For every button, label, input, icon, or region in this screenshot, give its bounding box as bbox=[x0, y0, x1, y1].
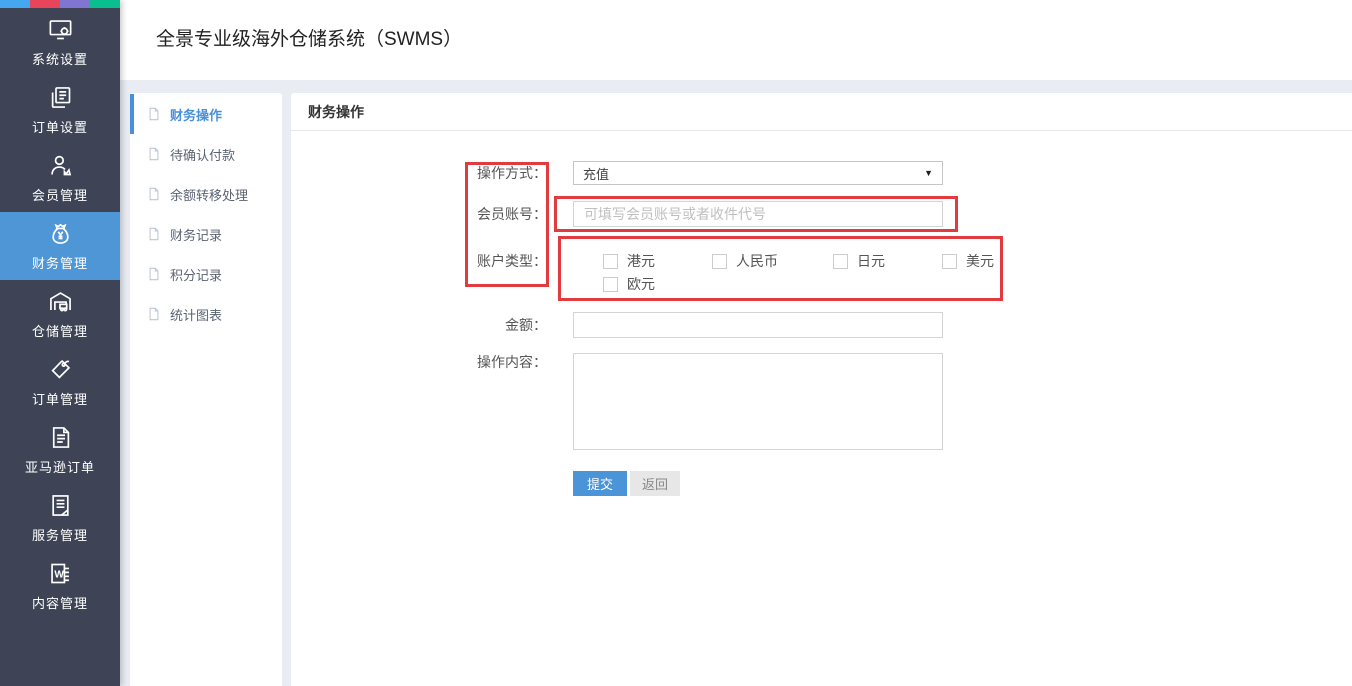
svg-text:W: W bbox=[54, 569, 64, 580]
page-icon bbox=[147, 227, 161, 241]
currency-label: 港元 bbox=[627, 251, 655, 271]
submenu-item-pending-payment[interactable]: 待确认付款 bbox=[130, 134, 282, 174]
operation-type-selected-value: 充值 bbox=[583, 164, 609, 183]
finance-management-icon bbox=[47, 220, 74, 247]
sidebar-item-member-management[interactable]: 会员管理 bbox=[0, 144, 120, 212]
currency-label: 人民币 bbox=[736, 251, 778, 271]
currency-label: 日元 bbox=[857, 251, 885, 271]
currency-option-hkd[interactable]: 港元 bbox=[603, 253, 655, 269]
finance-submenu: 财务操作 待确认付款 余额转移处理 财务记录 积分记录 统计图表 bbox=[130, 93, 282, 686]
sidebar-item-finance-management[interactable]: 财务管理 bbox=[0, 212, 120, 280]
submenu-item-label: 财务操作 bbox=[170, 105, 222, 124]
submenu-item-label: 待确认付款 bbox=[170, 145, 235, 164]
operation-content-textarea[interactable] bbox=[573, 353, 943, 450]
app-title: 全景专业级海外仓储系统（SWMS） bbox=[156, 0, 1352, 80]
member-account-input[interactable] bbox=[573, 201, 943, 227]
sidebar-item-order-settings[interactable]: 订单设置 bbox=[0, 76, 120, 144]
currency-option-cny[interactable]: 人民币 bbox=[712, 253, 778, 269]
currency-checkbox[interactable] bbox=[712, 254, 727, 269]
main-panel: 财务操作 操作方式： 会员账号： 账户类型： 金额： 操作内容： 充值 ▼ 港元… bbox=[291, 93, 1352, 686]
currency-checkbox[interactable] bbox=[603, 277, 618, 292]
amazon-orders-icon bbox=[47, 424, 74, 451]
account-type-checkbox-group: 港元 人民币 日元 美元 欧元 bbox=[603, 253, 1303, 299]
system-settings-icon bbox=[47, 16, 74, 43]
submit-button[interactable]: 提交 bbox=[573, 471, 627, 496]
sidebar-item-amazon-orders[interactable]: 亚马逊订单 bbox=[0, 416, 120, 484]
sidebar-item-label: 服务管理 bbox=[32, 525, 88, 544]
top-header: 全景专业级海外仓储系统（SWMS） bbox=[120, 0, 1352, 80]
sidebar-item-label: 财务管理 bbox=[32, 253, 88, 272]
sidebar-item-warehouse-management[interactable]: 仓储管理 bbox=[0, 280, 120, 348]
account-type-label: 账户类型： bbox=[417, 251, 547, 271]
submenu-item-balance-transfer[interactable]: 余额转移处理 bbox=[130, 174, 282, 214]
operation-content-label: 操作内容： bbox=[417, 354, 547, 370]
sidebar-item-label: 亚马逊订单 bbox=[25, 457, 95, 476]
sidebar-item-order-management[interactable]: 订单管理 bbox=[0, 348, 120, 416]
page-icon bbox=[147, 147, 161, 161]
sidebar-item-system-settings[interactable]: 系统设置 bbox=[0, 8, 120, 76]
back-button[interactable]: 返回 bbox=[630, 471, 680, 496]
page-icon bbox=[147, 267, 161, 281]
service-management-icon bbox=[47, 492, 74, 519]
sidebar-item-label: 订单管理 bbox=[32, 389, 88, 408]
amount-input[interactable] bbox=[573, 312, 943, 338]
submenu-item-finance-operation[interactable]: 财务操作 bbox=[130, 94, 282, 134]
currency-option-usd[interactable]: 美元 bbox=[942, 253, 994, 269]
order-settings-icon bbox=[47, 84, 74, 111]
currency-option-eur[interactable]: 欧元 bbox=[603, 276, 655, 292]
operation-type-label: 操作方式： bbox=[417, 161, 547, 185]
sidebar-item-label: 会员管理 bbox=[32, 185, 88, 204]
currency-option-jpy[interactable]: 日元 bbox=[833, 253, 885, 269]
panel-title: 财务操作 bbox=[291, 93, 1352, 131]
submenu-item-label: 积分记录 bbox=[170, 265, 222, 284]
submenu-item-label: 统计图表 bbox=[170, 305, 222, 324]
submenu-item-statistics-charts[interactable]: 统计图表 bbox=[130, 294, 282, 334]
page-icon bbox=[147, 107, 161, 121]
order-management-icon bbox=[47, 356, 74, 383]
submenu-item-label: 财务记录 bbox=[170, 225, 222, 244]
content-management-icon: W bbox=[47, 560, 74, 587]
brand-color-strip bbox=[0, 0, 120, 8]
member-account-label: 会员账号： bbox=[417, 201, 547, 227]
page-icon bbox=[147, 307, 161, 321]
currency-checkbox[interactable] bbox=[603, 254, 618, 269]
currency-checkbox[interactable] bbox=[833, 254, 848, 269]
submenu-item-label: 余额转移处理 bbox=[170, 185, 248, 204]
submenu-item-points-records[interactable]: 积分记录 bbox=[130, 254, 282, 294]
sidebar-item-label: 订单设置 bbox=[32, 117, 88, 136]
sidebar-item-service-management[interactable]: 服务管理 bbox=[0, 484, 120, 552]
currency-label: 欧元 bbox=[627, 274, 655, 294]
currency-checkbox[interactable] bbox=[942, 254, 957, 269]
sidebar-item-content-management[interactable]: W 内容管理 bbox=[0, 552, 120, 620]
chevron-down-icon: ▼ bbox=[924, 168, 933, 178]
sidebar-item-label: 系统设置 bbox=[32, 49, 88, 68]
amount-label: 金额： bbox=[417, 312, 547, 338]
currency-label: 美元 bbox=[966, 251, 994, 271]
operation-type-select[interactable]: 充值 ▼ bbox=[573, 161, 943, 185]
primary-sidebar: 系统设置 订单设置 会员管理 bbox=[0, 0, 120, 686]
sidebar-item-label: 仓储管理 bbox=[32, 321, 88, 340]
sidebar-item-label: 内容管理 bbox=[32, 593, 88, 612]
member-management-icon bbox=[47, 152, 74, 179]
page-icon bbox=[147, 187, 161, 201]
submenu-item-finance-records[interactable]: 财务记录 bbox=[130, 214, 282, 254]
warehouse-management-icon bbox=[47, 288, 74, 315]
